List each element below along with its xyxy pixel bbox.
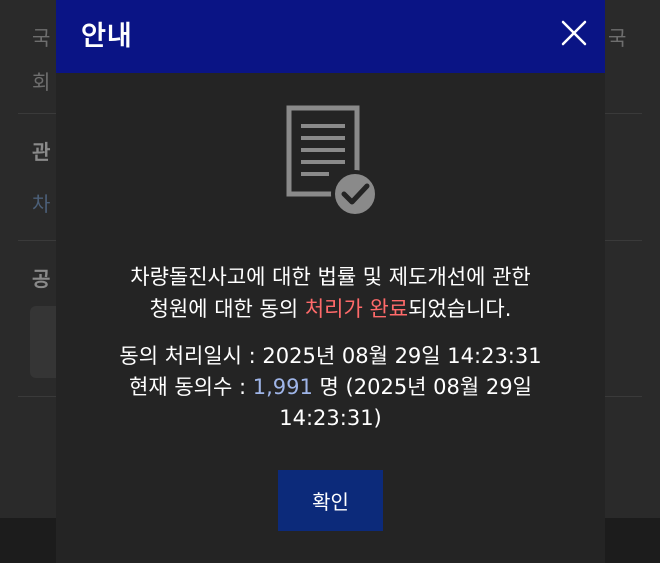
document-check-icon (286, 105, 379, 218)
current-agreement-count: 현재 동의수 : 1,991 명 (2025년 08월 29일 (76, 372, 585, 403)
processed-datetime: 동의 처리일시 : 2025년 08월 29일 14:23:31 (119, 344, 542, 368)
agreement-details: 동의 처리일시 : 2025년 08월 29일 14:23:31 현재 동의수 … (76, 341, 585, 434)
completion-message: 차량돌진사고에 대한 법률 및 제도개선에 관한 청원에 대한 동의 처리가 완… (76, 261, 585, 325)
message-line-2: 청원에 대한 동의 처리가 완료되었습니다. (76, 293, 585, 325)
notice-modal: 안내 차량돌진사고에 대한 법률 및 제도개선에 관한 청원에 대한 동의 처리… (56, 0, 605, 563)
count-value: 1,991 (252, 375, 313, 399)
message-text-end: 되었습니다. (408, 297, 512, 321)
modal-title: 안내 (81, 21, 133, 52)
count-timestamp: 14:23:31) (279, 406, 382, 430)
bg-text-line1-right: 국 (608, 26, 627, 50)
bg-section-value: 차 (32, 192, 51, 216)
count-prefix: 현재 동의수 : (129, 375, 253, 399)
count-suffix: 명 (2025년 08월 29일 (312, 375, 532, 399)
bg-section-label: 관 (32, 140, 51, 164)
confirm-button[interactable]: 확인 (278, 470, 383, 531)
message-line-1: 차량돌진사고에 대한 법률 및 제도개선에 관한 (130, 265, 531, 289)
close-icon (561, 20, 587, 46)
bg-section-label-2: 공 (32, 267, 51, 291)
message-highlight: 처리가 완료 (304, 297, 409, 321)
bg-text-line2-left: 회 (32, 70, 51, 94)
bg-text-line1-left: 국 (32, 26, 51, 50)
message-text: 청원에 대한 동의 (149, 297, 305, 321)
modal-header: 안내 (56, 0, 605, 73)
close-button[interactable] (557, 14, 591, 52)
